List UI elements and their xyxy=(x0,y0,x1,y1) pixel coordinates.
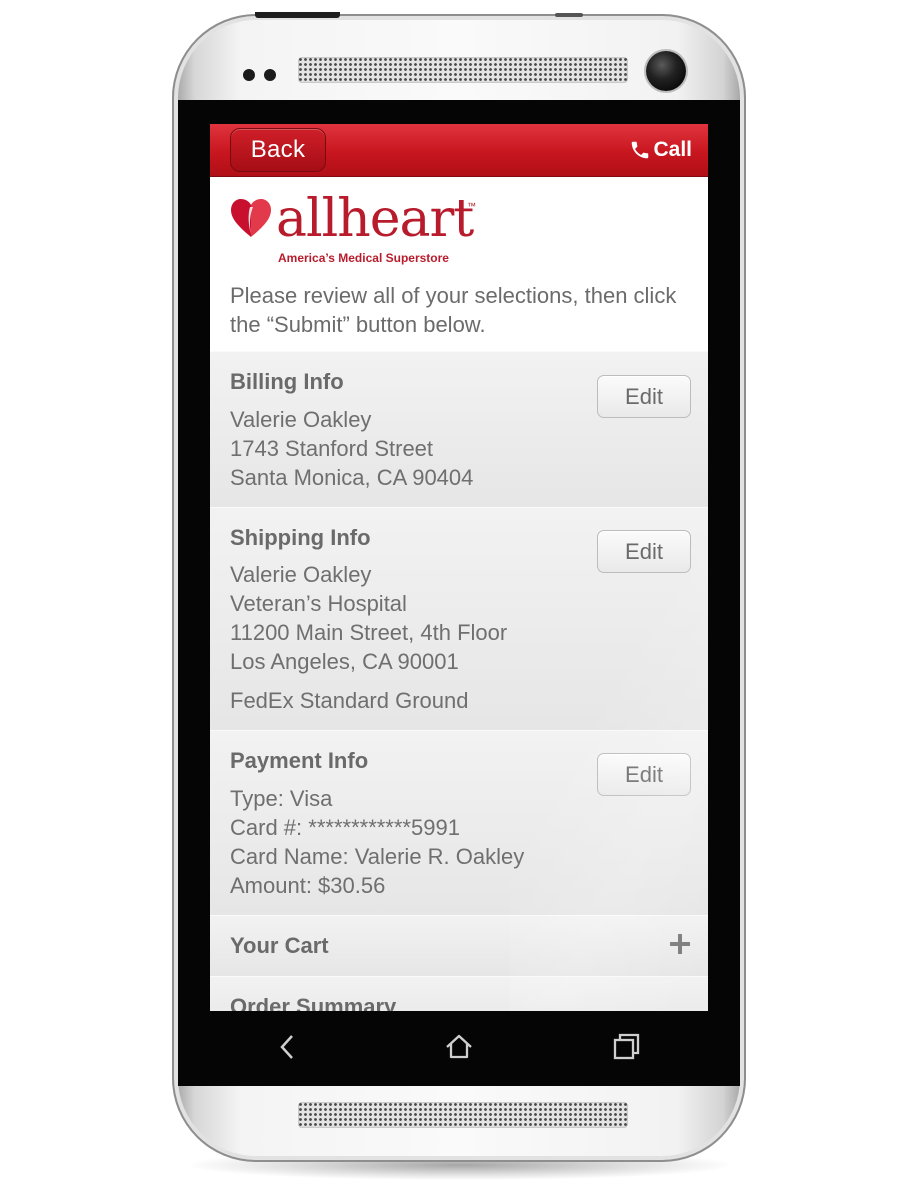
payment-line: Type: Visa xyxy=(230,786,333,811)
brand-tagline: America’s Medical Superstore xyxy=(278,251,449,265)
trademark-mark: ™ xyxy=(467,201,476,211)
shipping-line: Valerie Oakley xyxy=(230,562,372,587)
top-notch xyxy=(255,12,340,18)
plus-icon[interactable] xyxy=(670,934,690,954)
billing-line: Santa Monica, CA 90404 xyxy=(230,465,474,490)
payment-section: Payment Info Edit Type: Visa Card #: ***… xyxy=(210,730,708,916)
payment-line: Card #: ************5991 xyxy=(230,815,460,840)
billing-edit-button[interactable]: Edit xyxy=(597,375,691,418)
android-nav-bar xyxy=(210,1011,708,1081)
sensor-dot-icon xyxy=(264,69,276,81)
payment-title: Payment Info xyxy=(230,748,369,773)
back-button[interactable]: Back xyxy=(230,128,326,172)
call-button[interactable]: Call xyxy=(629,137,692,163)
app-screen: Back Call allheart ™ America’s Medical S… xyxy=(210,124,708,1011)
payment-edit-button[interactable]: Edit xyxy=(597,753,691,796)
brand-wordmark: allheart xyxy=(276,189,474,249)
shipping-edit-button[interactable]: Edit xyxy=(597,530,691,573)
review-instructions: Please review all of your selections, th… xyxy=(230,283,677,337)
phone-icon xyxy=(632,141,649,159)
billing-line: Valerie Oakley xyxy=(230,407,372,432)
sensor-dot-icon xyxy=(243,69,255,81)
heart-logo-icon xyxy=(231,199,271,237)
payment-line: Amount: $30.56 xyxy=(230,873,386,898)
order-summary-section[interactable]: Order Summary xyxy=(210,976,708,1011)
shipping-line: Veteran’s Hospital xyxy=(230,591,407,616)
home-icon[interactable] xyxy=(441,1029,477,1065)
front-camera-icon xyxy=(646,51,686,91)
shipping-section: Shipping Info Edit Valerie Oakley Vetera… xyxy=(210,507,708,731)
order-summary-title: Order Summary xyxy=(230,994,397,1011)
cart-title: Your Cart xyxy=(230,933,329,958)
recent-apps-icon[interactable] xyxy=(608,1029,644,1065)
top-speaker-grille xyxy=(298,57,628,83)
shipping-title: Shipping Info xyxy=(230,525,371,550)
device-stage: Back Call allheart ™ America’s Medical S… xyxy=(0,0,918,1188)
billing-title: Billing Info xyxy=(230,369,344,394)
cart-section[interactable]: Your Cart xyxy=(210,915,708,977)
shipping-method: FedEx Standard Ground xyxy=(230,688,469,713)
billing-section: Billing Info Edit Valerie Oakley 1743 St… xyxy=(210,351,708,508)
top-notch-accent xyxy=(555,13,583,17)
call-label: Call xyxy=(653,138,692,161)
back-arrow-icon[interactable] xyxy=(270,1029,306,1065)
payment-line: Card Name: Valerie R. Oakley xyxy=(230,844,525,869)
bottom-speaker-grille xyxy=(298,1102,628,1128)
shipping-line: 11200 Main Street, 4th Floor xyxy=(230,620,508,645)
shipping-line: Los Angeles, CA 90001 xyxy=(230,649,459,674)
app-header-bar: Back Call xyxy=(210,124,708,177)
billing-line: 1743 Stanford Street xyxy=(230,436,434,461)
brand-header: allheart ™ America’s Medical Superstore … xyxy=(210,177,708,352)
